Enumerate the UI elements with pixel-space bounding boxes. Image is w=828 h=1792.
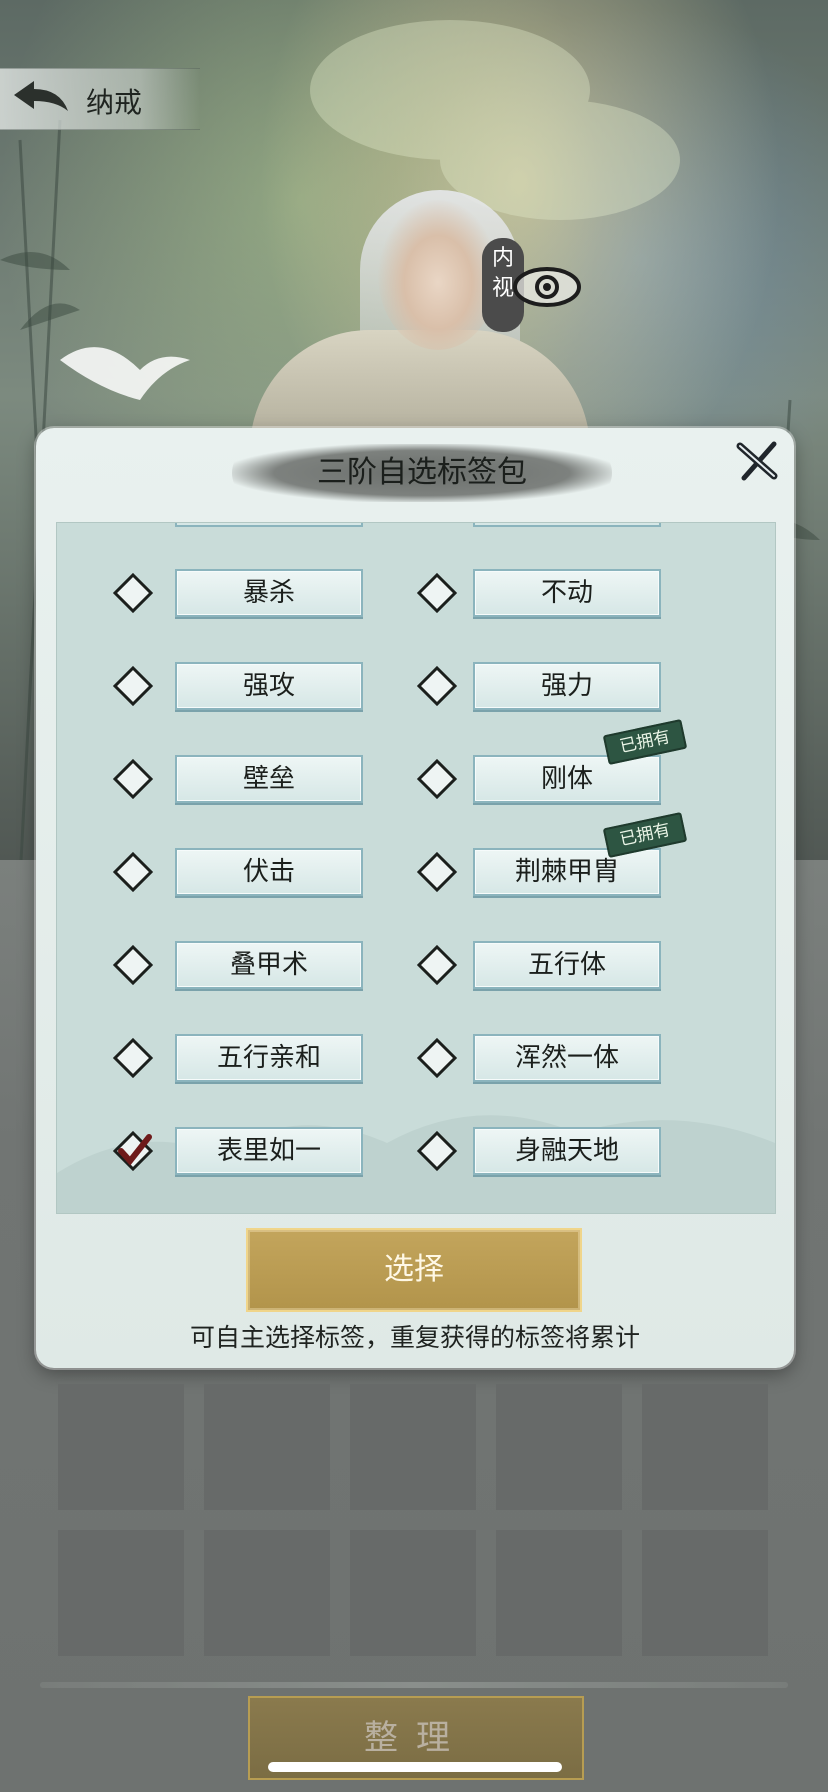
tag-option[interactable]: 表里如一 bbox=[57, 1121, 363, 1181]
checkbox-icon[interactable] bbox=[417, 945, 457, 985]
inventory-slot[interactable] bbox=[496, 1530, 622, 1656]
tag-row: 强攻 强力 bbox=[57, 656, 775, 716]
top-navigation-bar: 纳戒 bbox=[0, 68, 200, 130]
tag-option[interactable]: 壁垒 bbox=[57, 749, 363, 809]
tag-button[interactable]: 伏击 bbox=[175, 848, 363, 896]
checkbox-icon[interactable] bbox=[113, 573, 153, 613]
select-button[interactable]: 选择 bbox=[246, 1228, 582, 1312]
tag-row: 壁垒 刚体 已拥有 bbox=[57, 719, 775, 809]
inventory-slot[interactable] bbox=[350, 1384, 476, 1510]
tag-row: 伏击 荆棘甲胄 已拥有 bbox=[57, 812, 775, 902]
inventory-slot[interactable] bbox=[496, 1384, 622, 1510]
tag-option[interactable]: 身融天地 bbox=[417, 1121, 717, 1181]
tag-option[interactable]: 浑然一体 bbox=[417, 1028, 717, 1088]
divider bbox=[40, 1682, 788, 1688]
tag-list-panel[interactable]: 暴杀 不动强攻 强力壁垒 刚体 已拥有伏击 荆棘甲胄 已拥有叠甲术 五行体五行亲和 浑然一体表里… bbox=[56, 522, 776, 1214]
tag-button[interactable]: 五行体 bbox=[473, 941, 661, 989]
checkbox-icon[interactable] bbox=[113, 945, 153, 985]
tag-option[interactable]: 不动 bbox=[417, 563, 717, 623]
tag-button[interactable]: 叠甲术 bbox=[175, 941, 363, 989]
tag-row: 表里如一 身融天地 bbox=[57, 1121, 775, 1181]
back-arrow-icon[interactable] bbox=[10, 77, 74, 121]
inventory-slot[interactable] bbox=[642, 1384, 768, 1510]
checkbox-icon[interactable] bbox=[417, 666, 457, 706]
inventory-slot[interactable] bbox=[642, 1530, 768, 1656]
checkbox-icon[interactable] bbox=[417, 759, 457, 799]
tag-button-partial[interactable] bbox=[175, 523, 363, 527]
tag-button[interactable]: 荆棘甲胄 bbox=[473, 848, 661, 896]
tag-row: 叠甲术 五行体 bbox=[57, 935, 775, 995]
tag-option[interactable]: 伏击 bbox=[57, 842, 363, 902]
tag-button-partial[interactable] bbox=[473, 523, 661, 527]
inventory-slot[interactable] bbox=[350, 1530, 476, 1656]
tag-button[interactable]: 强力 bbox=[473, 662, 661, 710]
checkbox-icon[interactable] bbox=[113, 759, 153, 799]
tag-row: 暴杀 不动 bbox=[57, 563, 775, 623]
chevron-down-icon bbox=[129, 522, 143, 523]
close-x-icon[interactable] bbox=[730, 434, 784, 488]
inventory-slot[interactable] bbox=[204, 1384, 330, 1510]
checkbox-icon[interactable] bbox=[113, 1038, 153, 1078]
page-title: 纳戒 bbox=[86, 86, 143, 119]
tag-button[interactable]: 壁垒 bbox=[175, 755, 363, 803]
checkbox-icon[interactable] bbox=[113, 852, 153, 892]
tag-row: 五行亲和 浑然一体 bbox=[57, 1028, 775, 1088]
tag-option[interactable]: 荆棘甲胄 已拥有 bbox=[417, 812, 717, 902]
inventory-slot[interactable] bbox=[204, 1530, 330, 1656]
tag-option[interactable]: 叠甲术 bbox=[57, 935, 363, 995]
tag-button[interactable]: 刚体 bbox=[473, 755, 661, 803]
hint-text: 可自主选择标签，重复获得的标签将累计 bbox=[189, 1323, 640, 1352]
tag-button[interactable]: 五行亲和 bbox=[175, 1034, 363, 1082]
eye-icon[interactable] bbox=[512, 262, 582, 312]
tag-button[interactable]: 强攻 bbox=[175, 662, 363, 710]
checkbox-icon[interactable] bbox=[113, 666, 153, 706]
tag-option[interactable]: 强力 bbox=[417, 656, 717, 716]
tag-button[interactable]: 不动 bbox=[473, 569, 661, 617]
checkbox-checked-icon[interactable] bbox=[113, 1131, 153, 1171]
tag-pack-dialog: 三阶自选标签包 暴杀 不动强攻 强力壁垒 刚体 已拥有伏击 荆棘甲胄 已拥有叠甲术 五行体五行… bbox=[36, 428, 794, 1368]
tag-option[interactable]: 五行亲和 bbox=[57, 1028, 363, 1088]
tag-option[interactable]: 强攻 bbox=[57, 656, 363, 716]
tag-button[interactable]: 身融天地 bbox=[473, 1127, 661, 1175]
checkbox-icon[interactable] bbox=[417, 1038, 457, 1078]
tag-option[interactable]: 五行体 bbox=[417, 935, 717, 995]
checkbox-icon[interactable] bbox=[417, 852, 457, 892]
tag-option[interactable]: 暴杀 bbox=[57, 563, 363, 623]
checkbox-icon[interactable] bbox=[417, 573, 457, 613]
home-indicator bbox=[268, 1762, 562, 1772]
tag-button[interactable]: 暴杀 bbox=[175, 569, 363, 617]
checkbox-icon[interactable] bbox=[417, 1131, 457, 1171]
dialog-title: 三阶自选标签包 bbox=[317, 455, 527, 490]
tag-button[interactable]: 表里如一 bbox=[175, 1127, 363, 1175]
inventory-slot[interactable] bbox=[58, 1384, 184, 1510]
tag-button[interactable]: 浑然一体 bbox=[473, 1034, 661, 1082]
inventory-slot[interactable] bbox=[58, 1530, 184, 1656]
character-avatar bbox=[378, 200, 498, 350]
tag-option[interactable]: 刚体 已拥有 bbox=[417, 719, 717, 809]
